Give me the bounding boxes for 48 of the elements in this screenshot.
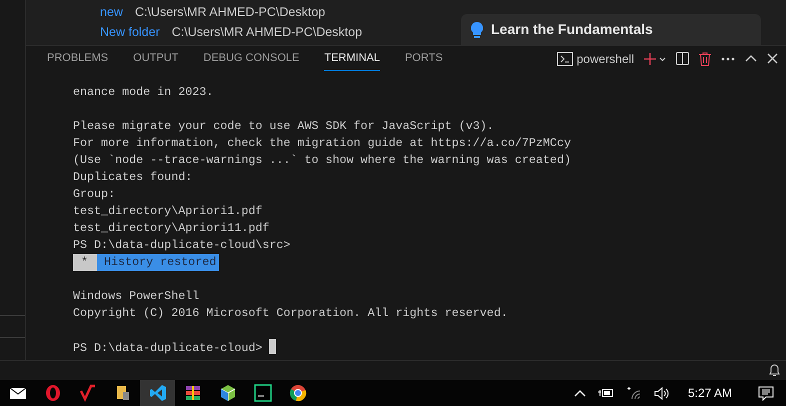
books-icon xyxy=(184,384,202,402)
opera-icon xyxy=(44,384,62,402)
ide-icon xyxy=(254,384,272,402)
bell-icon[interactable] xyxy=(769,364,780,377)
walkthrough-card[interactable]: Learn the Fundamentals xyxy=(461,14,761,45)
terminal-line: Duplicates found: xyxy=(73,170,192,184)
file-path: C:\Users\MR AHMED-PC\Desktop xyxy=(172,25,362,39)
file-name[interactable]: new xyxy=(100,2,123,22)
chrome-icon xyxy=(288,384,306,402)
terminal-line: Copyright (C) 2016 Microsoft Corporation. All rights reserved. xyxy=(73,306,508,320)
file-path: C:\Users\MR AHMED-PC\Desktop xyxy=(134,5,326,19)
plus-icon[interactable] xyxy=(644,52,666,64)
chevron-up-icon[interactable] xyxy=(745,55,757,62)
check-mark-icon xyxy=(78,384,96,402)
terminal-line: enance mode in 2023. xyxy=(73,85,214,99)
split-icon[interactable] xyxy=(676,52,689,65)
terminal-cursor xyxy=(269,339,276,354)
clock-text[interactable]: 5:27 AM xyxy=(688,384,732,402)
terminal-line: PS D:\data-duplicate-cloud\src> xyxy=(73,238,290,252)
wifi-icon[interactable] xyxy=(626,386,642,400)
battery-icon[interactable] xyxy=(598,388,614,398)
terminal-line: test_directory\Apriori11.pdf xyxy=(73,221,270,235)
panel-tab[interactable]: PORTS xyxy=(404,46,443,71)
cube-icon xyxy=(218,384,236,402)
panel-tab[interactable]: DEBUG CONSOLE xyxy=(203,46,300,71)
terminal-icon xyxy=(556,52,573,66)
file-name[interactable]: New folder xyxy=(100,22,160,42)
more-icon[interactable] xyxy=(721,56,735,60)
history-badge: History restored xyxy=(97,254,220,271)
terminal-line: For more information, check the migration guide at https://a.co/7PzMCcy xyxy=(73,136,571,150)
panel-tab[interactable]: PROBLEMS xyxy=(47,46,108,71)
notification-icon[interactable] xyxy=(758,386,774,400)
terminal-line: Please migrate your code to use AWS SDK for JavaScript (v3). xyxy=(73,119,494,133)
walkthrough-title: Learn the Fundamentals xyxy=(491,20,653,39)
history-marker: * xyxy=(73,254,98,271)
code-editor-icon xyxy=(148,384,166,402)
terminal-line: test_directory\Apriori1.pdf xyxy=(73,204,262,218)
terminal-prompt: PS D:\data-duplicate-cloud> xyxy=(73,341,262,355)
panel-tab[interactable]: TERMINAL xyxy=(324,46,380,71)
panel-tab[interactable]: OUTPUT xyxy=(133,46,178,71)
terminal-line: Windows PowerShell xyxy=(73,289,200,303)
terminal-profile-button[interactable]: powershell xyxy=(556,50,634,68)
terminal-line: (Use `node --trace-warnings ...` to show where the warning was created) xyxy=(73,153,571,167)
lightbulb-icon xyxy=(471,22,483,38)
speaker-icon[interactable] xyxy=(654,386,670,400)
terminal-line: Group: xyxy=(73,187,116,201)
close-icon[interactable] xyxy=(767,53,778,64)
trash-icon[interactable] xyxy=(699,52,711,66)
